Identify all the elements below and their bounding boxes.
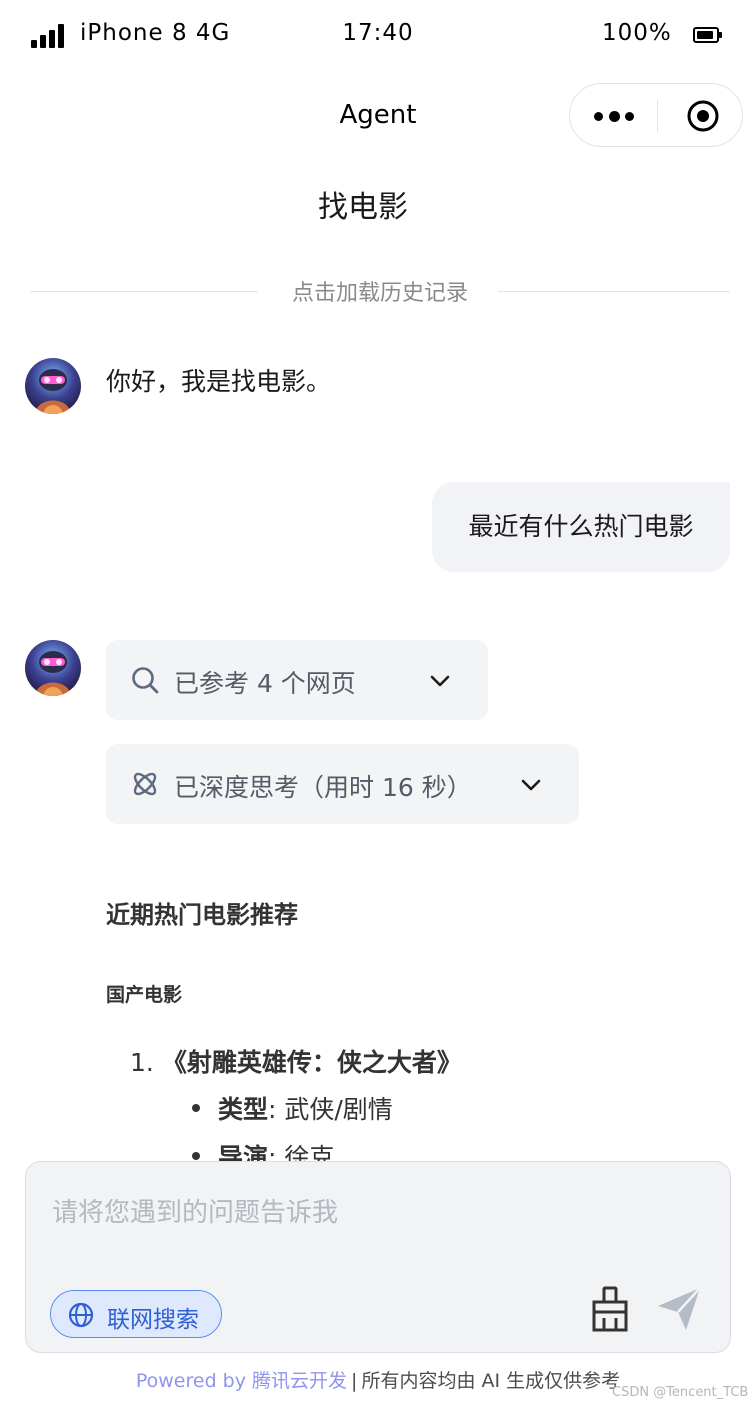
target-icon[interactable]	[686, 99, 720, 133]
miniprogram-capsule	[569, 83, 743, 147]
deep-thinking-toggle[interactable]: 已深度思考（用时 16 秒）	[106, 744, 579, 824]
powered-by-link[interactable]: Powered by 腾讯云开发	[136, 1370, 347, 1392]
send-icon[interactable]	[654, 1284, 704, 1334]
load-history[interactable]: 点击加载历史记录	[30, 275, 730, 309]
genre-value: : 武侠/剧情	[268, 1095, 393, 1124]
answer-subheading: 国产电影	[106, 984, 183, 1006]
agent-avatar	[25, 640, 81, 696]
message-input[interactable]: 请将您遇到的问题告诉我	[52, 1192, 338, 1229]
agent-avatar	[25, 358, 81, 414]
battery-icon	[693, 27, 722, 43]
web-references-toggle[interactable]: 已参考 4 个网页	[106, 640, 488, 720]
movie-title: 《射雕英雄传：侠之大者》	[161, 1048, 462, 1077]
director-value: : 徐克	[268, 1143, 335, 1162]
watermark: CSDN @Tencent_TCB	[612, 1385, 749, 1400]
answer-heading: 近期热门电影推荐	[106, 901, 298, 929]
web-search-label: 联网搜索	[107, 1307, 199, 1333]
atom-icon	[133, 772, 157, 796]
more-icon[interactable]	[594, 102, 634, 130]
status-bar: iPhone 8 4G 17:40 100%	[0, 0, 756, 72]
message-composer[interactable]: 请将您遇到的问题告诉我 联网搜索	[25, 1161, 731, 1353]
footer-separator: |	[351, 1370, 358, 1392]
chevron-down-icon	[430, 675, 450, 687]
web-references-label: 已参考 4 个网页	[174, 669, 356, 698]
chevron-down-icon	[521, 779, 541, 791]
genre-key: 类型	[218, 1095, 269, 1124]
bot-greeting-message: 你好，我是找电影。	[106, 367, 332, 396]
deep-thinking-label: 已深度思考（用时 16 秒）	[174, 773, 472, 802]
page-title: 找电影	[318, 190, 408, 225]
list-item: 类型: 武侠/剧情	[192, 1090, 393, 1126]
globe-icon	[68, 1302, 94, 1328]
ai-disclaimer: 所有内容均由 AI 生成仅供参考	[361, 1370, 621, 1392]
battery-percent: 100%	[602, 20, 672, 46]
load-history-link[interactable]: 点击加载历史记录	[30, 275, 730, 307]
brush-icon[interactable]	[590, 1286, 630, 1332]
search-icon	[132, 667, 159, 694]
web-search-toggle[interactable]: 联网搜索	[50, 1290, 222, 1338]
capsule-divider	[657, 100, 658, 132]
list-item-number: 1.	[130, 1048, 154, 1077]
director-key: 导演	[218, 1143, 269, 1162]
list-item: 导演: 徐克	[192, 1138, 334, 1162]
list-item: 1. 《射雕英雄传：侠之大者》	[130, 1043, 462, 1079]
user-message-bubble: 最近有什么热门电影	[432, 482, 730, 572]
